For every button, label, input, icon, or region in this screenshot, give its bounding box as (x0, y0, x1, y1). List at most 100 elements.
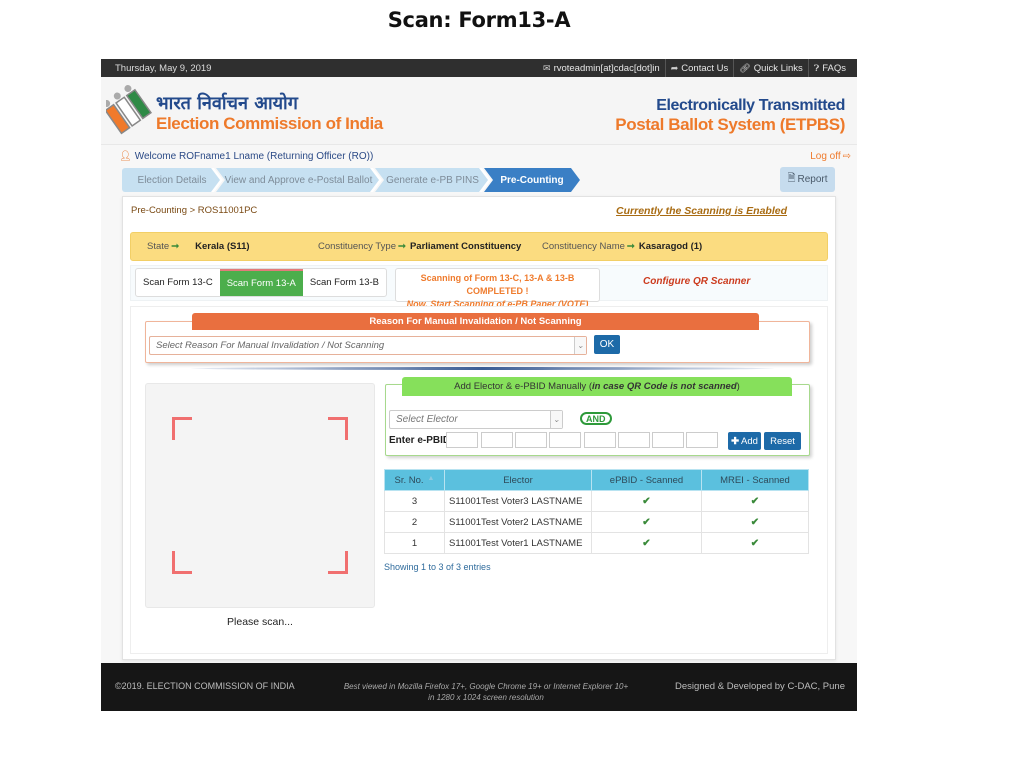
check-icon: ✔ (750, 495, 760, 507)
file-icon: 🗎 (787, 173, 796, 184)
header-elector[interactable]: Elector (444, 469, 592, 491)
cell-sr-no: 2 (384, 511, 445, 533)
reason-title: Reason For Manual Invalidation / Not Sca… (192, 313, 759, 330)
best-viewed-line1: Best viewed in Mozilla Firefox 17+, Goog… (343, 682, 629, 691)
info-label: State (147, 241, 170, 252)
hindi-title: भारत निर्वाचन आयोग (156, 93, 298, 114)
check-icon: ✔ (642, 516, 651, 528)
chevron-down-icon: ⌄ (550, 411, 562, 428)
faqs-link[interactable]: ❓︎ FAQs (807, 59, 851, 77)
step-label: Election Details (137, 174, 207, 186)
info-value: Kerala (S11) (195, 241, 250, 252)
contact-us-label: Contact Us (681, 62, 729, 74)
table-row: 1 S11001Test Voter1 LASTNAME ✔ ✔ (384, 532, 809, 554)
current-date: Thursday, May 9, 2019 (115, 62, 212, 74)
manual-add-panel: Add Elector & e-PBID Manually (in case Q… (385, 377, 810, 456)
logoff-label: Log off (810, 150, 841, 162)
form-tabs: Scan Form 13-C Scan Form 13-A Scan Form … (135, 268, 388, 297)
divider (191, 367, 774, 370)
report-label: Report (797, 174, 828, 185)
step-election-details[interactable]: Election Details (122, 168, 222, 192)
footer-copyright: ©2019. ELECTION COMMISSION OF INDIA (115, 681, 295, 691)
info-constituency-name: Constituency Name ➞ Kasaragod (1) (542, 241, 702, 252)
step-pre-counting[interactable]: Pre-Counting (484, 168, 580, 192)
table-row: 2 S11001Test Voter2 LASTNAME ✔ ✔ (384, 511, 809, 533)
manual-add-title: Add Elector & e-PBID Manually (in case Q… (402, 377, 792, 396)
info-state: State ➞ Kerala (S11) (147, 241, 250, 252)
header-epbid-scanned[interactable]: ePBID - Scanned (591, 469, 702, 491)
reason-panel: Reason For Manual Invalidation / Not Sca… (145, 313, 810, 363)
cell-elector: S11001Test Voter1 LASTNAME (444, 532, 592, 554)
step-label: Pre-Counting (500, 174, 564, 186)
epbid-input-3[interactable] (515, 432, 547, 448)
welcome-message: 👤︎ Welcome ROFname1 Lname (Returning Off… (119, 151, 373, 162)
email-link[interactable]: ✉ rvoteadmin[at]cdac[dot]in (538, 59, 665, 77)
epbid-input-7[interactable] (652, 432, 684, 448)
scan-corner-icon (328, 551, 348, 574)
slide-title: Scan: Form13-A (387, 8, 571, 32)
epbid-input-2[interactable] (481, 432, 513, 448)
completion-line1: Scanning of Form 13-C, 13-A & 13-B COMPL… (420, 273, 575, 296)
add-button[interactable]: ✚ Add (728, 432, 761, 450)
plus-icon: ✚ (731, 435, 740, 447)
tab-scan-form-13b[interactable]: Scan Form 13-B (303, 269, 386, 296)
eci-logo-icon (106, 85, 152, 135)
step-view-approve[interactable]: View and Approve e-Postal Ballot (216, 168, 381, 192)
cell-elector: S11001Test Voter3 LASTNAME (444, 490, 592, 512)
contact-us-link[interactable]: ➦ Contact Us (664, 59, 734, 77)
table-info: Showing 1 to 3 of 3 entries (384, 562, 491, 572)
check-icon: ✔ (642, 495, 651, 507)
elector-select[interactable]: Select Elector ⌄ (389, 410, 563, 429)
email-label: rvoteadmin[at]cdac[dot]in (553, 62, 660, 74)
ok-button[interactable]: OK (594, 335, 620, 354)
form-selection-row: Scan Form 13-C Scan Form 13-A Scan Form … (130, 265, 828, 309)
step-label: View and Approve e-Postal Ballot (224, 174, 373, 186)
tab-scan-form-13a[interactable]: Scan Form 13-A (219, 269, 303, 296)
sign-out-icon: ⇨ (842, 150, 851, 162)
step-generate-pins[interactable]: Generate e-PB PINS (375, 168, 490, 192)
info-constituency-type: Constituency Type ➞ Parliament Constitue… (318, 241, 521, 252)
info-value: Kasaragod (1) (638, 241, 703, 252)
logoff-link[interactable]: Log off ⇨ (810, 151, 851, 162)
header-sr-no[interactable]: Sr. No. ▲ (384, 469, 445, 491)
reset-button[interactable]: Reset (764, 432, 801, 450)
table-row: 3 S11001Test Voter3 LASTNAME ✔ ✔ (384, 490, 809, 512)
top-bar: Thursday, May 9, 2019 ✉ rvoteadmin[at]cd… (101, 59, 857, 77)
configure-qr-scanner-link[interactable]: Configure QR Scanner (643, 276, 750, 287)
info-value: Parliament Constituency (409, 241, 522, 252)
report-button[interactable]: 🗎 Report (780, 167, 835, 192)
tab-scan-form-13c[interactable]: Scan Form 13-C (136, 269, 220, 296)
site-header: भारत निर्वाचन आयोग Election Commission o… (101, 77, 857, 145)
footer-developer: Designed & Developed by C-DAC, Pune (674, 681, 845, 692)
quick-links-link[interactable]: 🔗︎ Quick Links (733, 59, 808, 77)
header-mrei-scanned[interactable]: MREI - Scanned (701, 469, 809, 491)
and-badge: AND (580, 412, 612, 425)
info-label: Constituency Name (542, 241, 625, 252)
epbid-input-5[interactable] (584, 432, 616, 448)
table-body: 3 S11001Test Voter3 LASTNAME ✔ ✔ 2 S11001Test… (384, 490, 809, 554)
faqs-label: FAQs (822, 62, 846, 74)
epbid-input-6[interactable] (618, 432, 650, 448)
epbid-input-8[interactable] (686, 432, 718, 448)
completion-notice: Scanning of Form 13-C, 13-A & 13-B COMPL… (395, 268, 600, 309)
user-icon: 👤︎ (119, 150, 132, 162)
site-footer: ©2019. ELECTION COMMISSION OF INDIA Best… (101, 663, 857, 711)
question-circle-icon: ❓︎ (813, 62, 820, 73)
cell-mrei-scanned: ✔ (701, 511, 809, 533)
link-icon: 🔗︎ (739, 62, 751, 73)
cell-mrei-scanned: ✔ (701, 490, 809, 512)
reason-placeholder: Select Reason For Manual Invalidation / … (156, 340, 385, 351)
header-label: Sr. No. (394, 474, 424, 486)
epbid-input-4[interactable] (549, 432, 581, 448)
qr-scanner-viewport (145, 383, 375, 608)
share-icon: ➦ (670, 62, 679, 73)
browser-page: Thursday, May 9, 2019 ✉ rvoteadmin[at]cd… (101, 59, 857, 711)
reason-select[interactable]: Select Reason For Manual Invalidation / … (149, 336, 587, 355)
scan-corner-icon (172, 417, 192, 440)
wizard-steps: Election Details View and Approve e-Post… (101, 167, 857, 194)
breadcrumb: Pre-Counting > ROS11001PC (131, 205, 258, 216)
welcome-text: Welcome ROFname1 Lname (Returning Office… (134, 150, 374, 162)
arrow-right-icon: ➞ (171, 241, 180, 252)
cell-sr-no: 1 (384, 532, 445, 554)
epbid-input-1[interactable] (446, 432, 478, 448)
